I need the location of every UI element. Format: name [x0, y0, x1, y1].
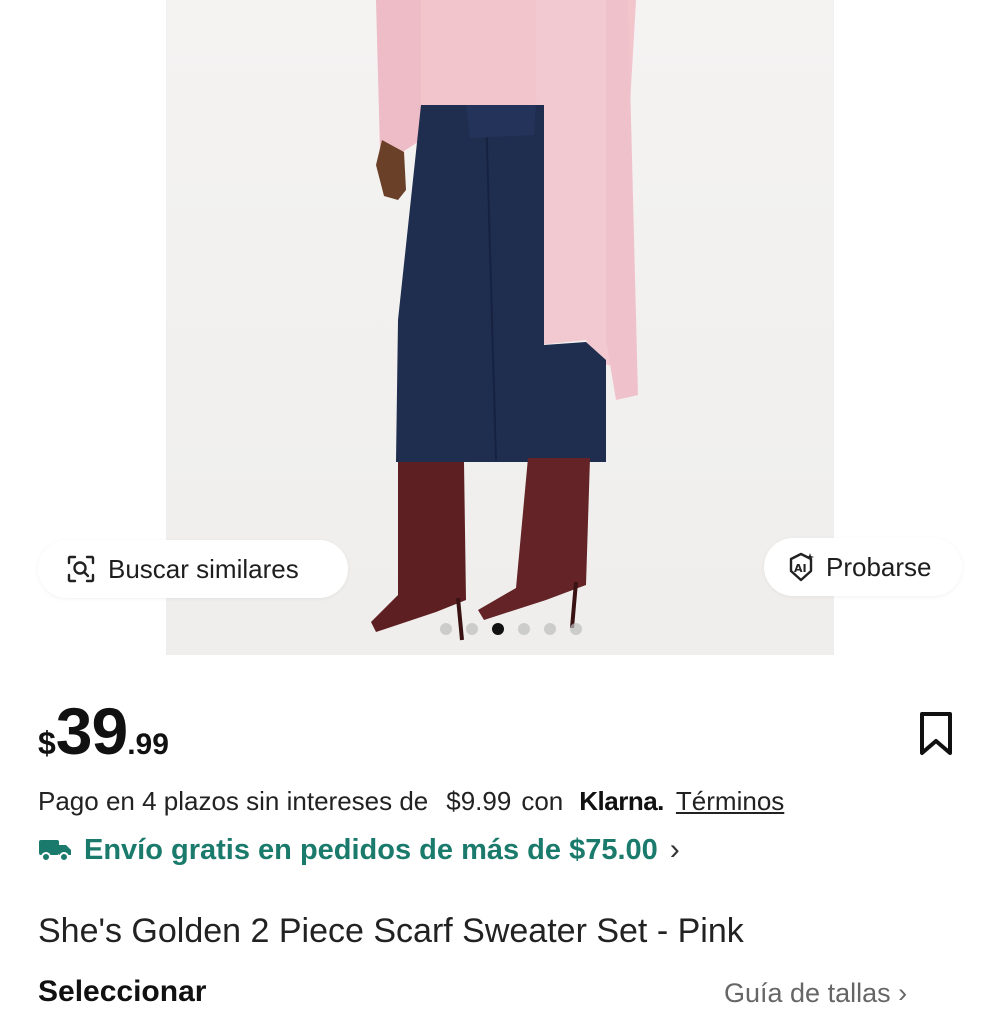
carousel-dot[interactable] [466, 623, 478, 635]
carousel-dot[interactable] [440, 623, 452, 635]
installments-text: Pago en 4 plazos sin intereses de [38, 786, 429, 816]
product-title: She's Golden 2 Piece Scarf Sweater Set -… [38, 912, 744, 950]
size-guide-link[interactable]: Guía de tallas › [724, 978, 907, 1009]
carousel-indicator[interactable] [440, 623, 582, 635]
select-label: Seleccionar [38, 975, 207, 1008]
chevron-right-icon: › [669, 833, 680, 866]
installment-amount: $9.99 [446, 786, 512, 816]
price-currency: $ [38, 725, 56, 761]
price-integer: 39 [55, 694, 128, 768]
free-shipping-banner[interactable]: Envío gratis en pedidos de más de $75.00… [38, 833, 680, 867]
ai-sparkle-icon: AI [784, 550, 818, 584]
bookmark-icon[interactable] [916, 710, 956, 758]
carousel-dot[interactable] [544, 623, 556, 635]
terms-link[interactable]: Términos [676, 786, 784, 817]
product-gallery[interactable]: Buscar similares AI Probarse [0, 0, 1000, 655]
product-price: $ 39 .99 [38, 698, 169, 764]
svg-text:AI: AI [794, 562, 807, 575]
klarna-logo: Klarna. [579, 786, 664, 816]
carousel-dot[interactable] [518, 623, 530, 635]
carousel-dot[interactable] [570, 623, 582, 635]
installments-info: Pago en 4 plazos sin intereses de $9.99 … [38, 786, 784, 817]
try-on-button[interactable]: AI Probarse [764, 538, 962, 596]
search-similar-button[interactable]: Buscar similares [38, 540, 348, 598]
installments-connector: con [521, 786, 564, 816]
image-search-icon [64, 552, 98, 586]
free-shipping-text: Envío gratis en pedidos de más de $75.00 [84, 833, 658, 866]
delivery-truck-icon [38, 837, 72, 863]
try-on-label: Probarse [826, 551, 932, 582]
price-decimal: .99 [127, 728, 169, 761]
carousel-dot-active[interactable] [492, 623, 504, 635]
search-similar-label: Buscar similares [108, 553, 299, 584]
